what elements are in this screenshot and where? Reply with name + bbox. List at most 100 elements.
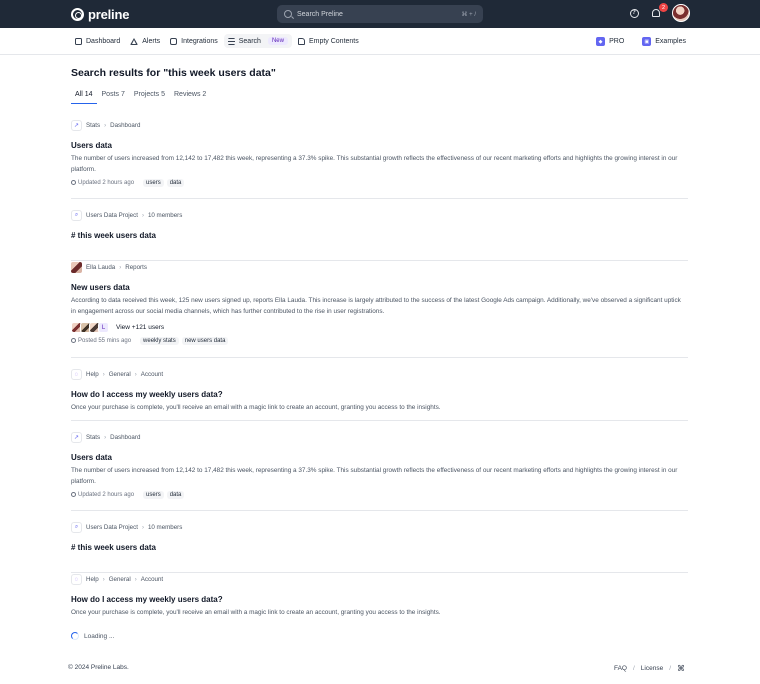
result-item[interactable]: ⌕ Users Data Project › 10 members # this… xyxy=(71,522,688,573)
sub-nav: Dashboard Alerts Integrations Search New… xyxy=(0,28,760,55)
tag[interactable]: users xyxy=(143,491,164,499)
copyright: © 2024 Preline Labs. xyxy=(68,664,129,671)
nav-search[interactable]: Search New xyxy=(223,34,292,48)
examples-icon: ▣ xyxy=(642,37,652,46)
crumb-item[interactable]: Account xyxy=(141,576,163,583)
result-item[interactable]: ↗ Stats › Dashboard Users data The numbe… xyxy=(71,432,688,511)
nav-label: PRO xyxy=(609,38,625,45)
result-title[interactable]: # this week users data xyxy=(71,543,688,552)
divider: / xyxy=(669,665,671,672)
result-title[interactable]: How do I access my weekly users data? xyxy=(71,595,688,604)
tag[interactable]: weekly stats xyxy=(140,337,179,345)
search-icon: ⌕ xyxy=(71,210,82,221)
chevron-right-icon: › xyxy=(104,434,107,441)
tab-posts[interactable]: Posts 7 xyxy=(98,90,129,104)
nav-empty-contents[interactable]: Empty Contents xyxy=(294,35,363,48)
license-link[interactable]: License xyxy=(641,665,663,672)
logo-text: preline xyxy=(88,7,130,22)
chevron-right-icon: › xyxy=(134,371,137,378)
result-meta: Posted 55 mins ago weekly stats new users… xyxy=(71,337,688,345)
meta-time: Updated 2 hours ago xyxy=(71,492,134,498)
result-title[interactable]: New users data xyxy=(71,283,688,292)
crumb-item[interactable]: 10 members xyxy=(148,212,182,219)
nav-label: Examples xyxy=(655,38,686,45)
crumb-item[interactable]: Help xyxy=(86,576,99,583)
tag[interactable]: data xyxy=(166,179,185,187)
notifications-button[interactable]: 2 xyxy=(650,3,668,19)
spinner-icon xyxy=(71,632,79,640)
result-item[interactable]: ↗ Stats › Dashboard Users data The numbe… xyxy=(71,120,688,199)
tab-reviews[interactable]: Reviews 2 xyxy=(170,90,210,104)
breadcrumb: ↗ Stats › Dashboard xyxy=(71,432,688,443)
crumb-item[interactable]: Stats xyxy=(86,434,100,441)
crumb-item[interactable]: General xyxy=(109,371,131,378)
avatar-stack: L xyxy=(71,322,109,333)
result-meta: Updated 2 hours ago users data xyxy=(71,179,688,187)
result-title[interactable]: Users data xyxy=(71,141,688,150)
logo[interactable]: preline xyxy=(71,7,129,22)
nav-label: Integrations xyxy=(181,37,218,45)
result-title[interactable]: # this week users data xyxy=(71,231,688,240)
crumb-item[interactable]: General xyxy=(109,576,131,583)
result-item[interactable]: ⌕ Users Data Project › 10 members # this… xyxy=(71,210,688,261)
nav-alerts[interactable]: Alerts xyxy=(126,35,164,48)
search-list-icon xyxy=(227,37,235,45)
result-text: The number of users increased from 12,14… xyxy=(71,467,678,485)
faq-link[interactable]: FAQ xyxy=(614,665,627,672)
result-title[interactable]: Users data xyxy=(71,453,688,462)
tab-projects[interactable]: Projects 5 xyxy=(130,90,169,104)
tag[interactable]: data xyxy=(166,491,185,499)
chevron-right-icon: › xyxy=(102,371,105,378)
breadcrumb: ↗ Stats › Dashboard xyxy=(71,120,688,131)
command-icon[interactable]: ⌘ xyxy=(677,664,685,673)
nav-integrations[interactable]: Integrations xyxy=(166,35,222,48)
author-avatar xyxy=(71,262,82,273)
nav-examples[interactable]: ▣ Examples xyxy=(638,34,690,49)
result-item[interactable]: Ella Lauda › Reports New users data Acco… xyxy=(71,262,688,358)
breadcrumb: ◌ Help › General › Account xyxy=(71,574,688,585)
divider: / xyxy=(632,665,635,672)
chevron-right-icon: › xyxy=(102,576,105,583)
help-button[interactable]: ? xyxy=(628,7,640,19)
result-title[interactable]: How do I access my weekly users data? xyxy=(71,390,688,399)
footer: © 2024 Preline Labs. FAQ / License / ⌘ xyxy=(68,664,685,673)
crumb-item[interactable]: Dashboard xyxy=(110,122,140,129)
nav-dashboard[interactable]: Dashboard xyxy=(71,35,124,48)
tab-all[interactable]: All 14 xyxy=(71,90,97,104)
tag[interactable]: new users data xyxy=(181,337,229,345)
pro-icon: ◆ xyxy=(596,37,606,46)
results-tabs: All 14 Posts 7 Projects 5 Reviews 2 xyxy=(71,90,211,104)
crumb-item[interactable]: Users Data Project xyxy=(86,212,138,219)
search-input[interactable]: Search Preline ⌘ + / xyxy=(277,5,483,23)
crumb-item[interactable]: Help xyxy=(86,371,99,378)
crumb-item[interactable]: Ella Lauda xyxy=(86,264,115,271)
search-placeholder: Search Preline xyxy=(297,10,343,18)
user-avatar[interactable] xyxy=(672,4,690,22)
tag[interactable]: users xyxy=(143,179,164,187)
meta-text: Updated 2 hours ago xyxy=(78,492,135,498)
view-users-link[interactable]: View +121 users xyxy=(116,324,164,331)
crumb-item[interactable]: 10 members xyxy=(148,524,182,531)
meta-time: Updated 2 hours ago xyxy=(71,180,134,186)
dashboard-icon xyxy=(75,37,82,45)
crumb-item[interactable]: Account xyxy=(141,371,163,378)
crumb-item[interactable]: Reports xyxy=(125,264,147,271)
nav-label: Dashboard xyxy=(86,37,121,45)
result-item[interactable]: ◌ Help › General › Account How do I acce… xyxy=(71,369,688,421)
result-item[interactable]: ◌ Help › General › Account How do I acce… xyxy=(71,574,688,622)
trending-up-icon: ↗ xyxy=(71,432,82,443)
crumb-item[interactable]: Users Data Project xyxy=(86,524,138,531)
footer-links: FAQ / License / ⌘ xyxy=(614,664,685,673)
file-icon xyxy=(297,37,305,45)
breadcrumb: ⌕ Users Data Project › 10 members xyxy=(71,522,688,533)
crumb-item[interactable]: Stats xyxy=(86,122,100,129)
search-icon xyxy=(284,10,292,18)
breadcrumb: ◌ Help › General › Account xyxy=(71,369,688,380)
new-badge: New xyxy=(267,37,288,45)
crumb-item[interactable]: Dashboard xyxy=(110,434,140,441)
nav-label: Alerts xyxy=(142,37,161,45)
alert-triangle-icon xyxy=(130,37,139,45)
clock-icon xyxy=(71,180,76,185)
nav-label: Empty Contents xyxy=(308,37,359,45)
nav-pro[interactable]: ◆ PRO xyxy=(592,34,628,49)
